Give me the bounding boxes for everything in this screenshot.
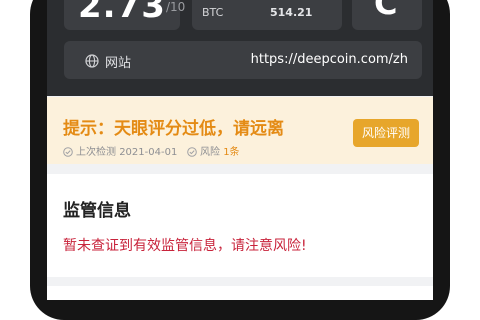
regulation-title: 监管信息 (63, 201, 131, 221)
risk-assessment-button[interactable]: 风险评测 (353, 119, 419, 147)
website-label: 网站 (105, 56, 132, 71)
score-max: /10 (166, 0, 186, 14)
risk-count[interactable]: 1条 (223, 147, 239, 158)
last-check-label: 上次检测 (76, 147, 116, 158)
header-panel: 2.73 /10 BTC 514.21 C 网站 https://deepcoi… (47, 0, 433, 96)
score-value: 2.73 (78, 0, 166, 26)
regulation-message: 暂未查证到有效监管信息，请注意风险! (63, 238, 307, 254)
section-gap (47, 164, 433, 174)
currency-card: BTC 514.21 (192, 0, 342, 30)
risk-info: 风险 1条 (187, 143, 240, 160)
globe-icon (85, 53, 99, 68)
warning-title: 提示：天眼评分过低，请远离 (63, 119, 284, 139)
app-screen: 2.73 /10 BTC 514.21 C 网站 https://deepcoi… (47, 0, 433, 300)
risk-label: 风险 (200, 147, 220, 158)
currency-label: BTC (202, 6, 224, 19)
regulation-section: 监管信息 暂未查证到有效监管信息，请注意风险! (47, 174, 433, 277)
score-card: 2.73 /10 (64, 0, 185, 30)
website-url[interactable]: https://deepcoin.com/zh (251, 52, 408, 67)
currency-value: 514.21 (270, 6, 313, 19)
website-row[interactable]: 网站 https://deepcoin.com/zh (64, 41, 422, 79)
rating-grade: C (374, 0, 398, 22)
next-section-card (47, 286, 433, 300)
check-circle-icon (187, 147, 197, 160)
last-check-info: 上次检测 2021-04-01 (63, 143, 177, 160)
warning-banner: 提示：天眼评分过低，请远离 风险评测 上次检测 2021-04-01 风险 1条 (47, 97, 433, 164)
rating-card: C (352, 0, 422, 30)
last-check-date: 2021-04-01 (119, 147, 178, 158)
check-circle-icon (63, 147, 73, 160)
